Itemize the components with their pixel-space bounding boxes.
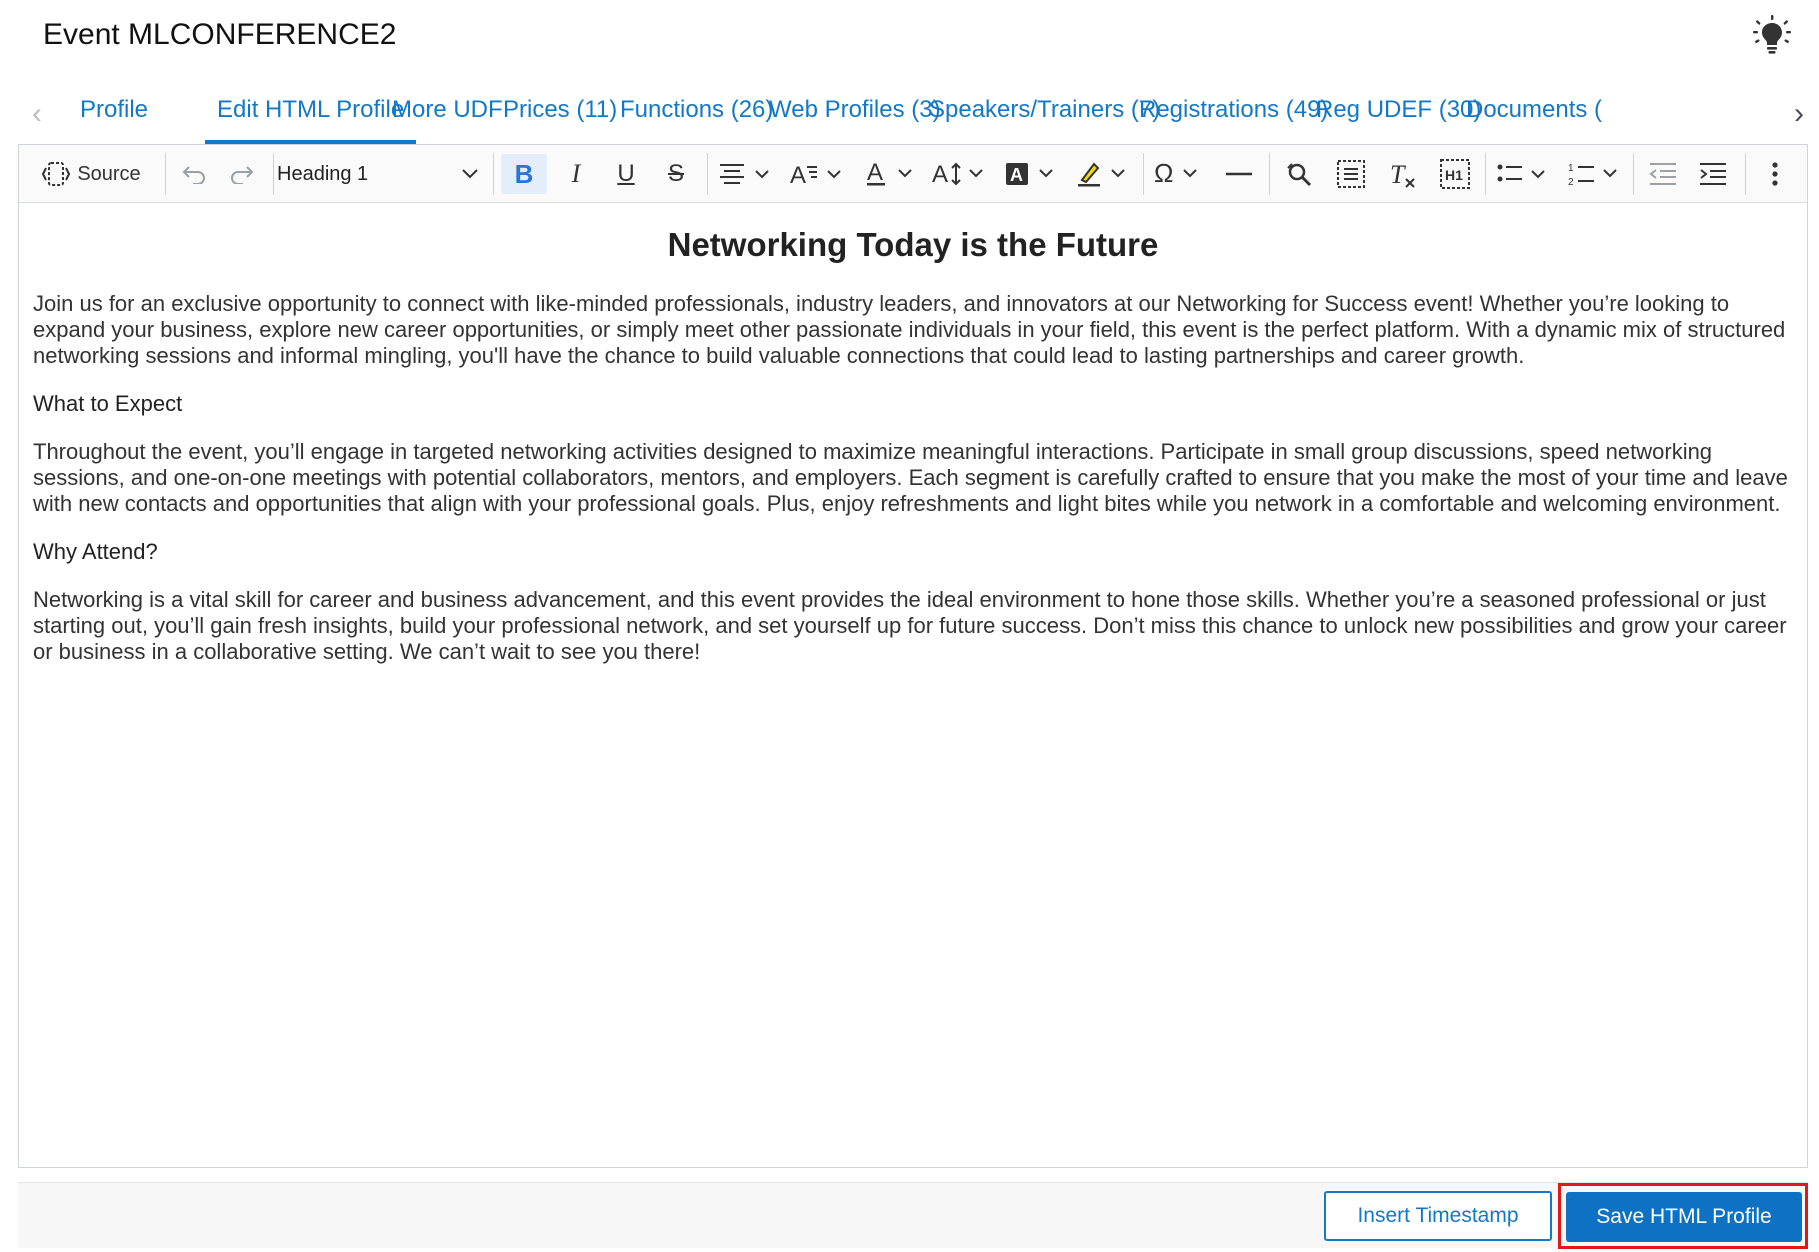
content-heading: Networking Today is the Future bbox=[667, 226, 1159, 263]
more-options-icon[interactable] bbox=[1755, 154, 1795, 194]
save-html-profile-button[interactable]: Save HTML Profile bbox=[1566, 1192, 1802, 1242]
source-icon bbox=[42, 162, 71, 186]
editor-toolbar: Source Heading 1 B I U S A A A A Ω T H1 … bbox=[19, 145, 1807, 203]
font-color-icon[interactable]: A bbox=[861, 154, 921, 194]
align-icon[interactable] bbox=[713, 154, 777, 194]
svg-text:A: A bbox=[867, 160, 883, 186]
section-body-what-to-expect: Throughout the event, you’ll engage in t… bbox=[33, 439, 1788, 516]
tab-scroll-right-icon[interactable]: › bbox=[1788, 99, 1810, 129]
font-size-icon[interactable]: A bbox=[929, 154, 991, 194]
tabs-container: Profile Edit HTML Profile More UDF Price… bbox=[58, 82, 1778, 144]
section-body-why-attend: Networking is a vital skill for career a… bbox=[33, 587, 1787, 664]
horizontal-line-icon[interactable] bbox=[1217, 154, 1261, 194]
content-intro: Join us for an exclusive opportunity to … bbox=[33, 291, 1786, 368]
heading-select-value: Heading 1 bbox=[277, 162, 369, 185]
source-label: Source bbox=[77, 162, 141, 185]
bulleted-list-icon[interactable] bbox=[1493, 154, 1555, 194]
section-title-why-attend: Why Attend? bbox=[33, 539, 158, 564]
svg-text:A: A bbox=[790, 162, 806, 187]
lightbulb-icon[interactable] bbox=[1750, 14, 1794, 58]
strikethrough-icon[interactable]: S bbox=[653, 154, 699, 194]
undo-icon[interactable] bbox=[174, 154, 214, 194]
svg-text:H1: H1 bbox=[1445, 167, 1463, 183]
save-button-highlight: Save HTML Profile bbox=[1558, 1183, 1808, 1249]
section-title-what-to-expect: What to Expect bbox=[33, 391, 183, 416]
underline-icon[interactable]: U bbox=[603, 154, 649, 194]
insert-timestamp-button[interactable]: Insert Timestamp bbox=[1324, 1191, 1552, 1241]
remove-format-icon[interactable]: T bbox=[1381, 154, 1425, 194]
special-characters-icon[interactable]: Ω bbox=[1151, 154, 1213, 194]
chevron-down-icon bbox=[462, 169, 478, 179]
tab-documents[interactable]: Documents ( bbox=[1454, 92, 1614, 144]
source-button[interactable]: Source bbox=[29, 154, 153, 194]
page-header: Event MLCONFERENCE2 bbox=[0, 0, 1819, 70]
svg-text:1: 1 bbox=[1568, 163, 1574, 174]
tab-profile[interactable]: Profile bbox=[68, 92, 160, 144]
select-all-icon[interactable] bbox=[1329, 154, 1373, 194]
editor-content[interactable]: Networking Today is the Future Join us f… bbox=[19, 203, 1807, 1167]
svg-text:Ω: Ω bbox=[1154, 160, 1173, 188]
page-title: Event MLCONFERENCE2 bbox=[43, 18, 397, 51]
outdent-icon[interactable] bbox=[1641, 154, 1685, 194]
bold-icon[interactable]: B bbox=[501, 154, 547, 194]
html-editor: Source Heading 1 B I U S A A A A Ω T H1 … bbox=[18, 144, 1808, 1168]
svg-text:T: T bbox=[1390, 160, 1406, 189]
indent-icon[interactable] bbox=[1691, 154, 1735, 194]
tab-bar: ‹ Profile Edit HTML Profile More UDF Pri… bbox=[18, 82, 1818, 144]
svg-text:A: A bbox=[1010, 165, 1023, 185]
find-replace-icon[interactable] bbox=[1277, 154, 1321, 194]
heading-select[interactable]: Heading 1 bbox=[259, 154, 479, 194]
background-color-icon[interactable]: A bbox=[1001, 154, 1063, 194]
show-blocks-icon[interactable]: H1 bbox=[1433, 154, 1477, 194]
redo-icon[interactable] bbox=[222, 154, 262, 194]
numbered-list-icon[interactable]: 12 bbox=[1565, 154, 1627, 194]
highlight-icon[interactable] bbox=[1073, 154, 1135, 194]
svg-text:2: 2 bbox=[1568, 177, 1574, 188]
editor-footer: Insert Timestamp Save HTML Profile bbox=[18, 1182, 1808, 1249]
tab-scroll-left-icon[interactable]: ‹ bbox=[26, 99, 48, 129]
svg-text:A: A bbox=[932, 161, 948, 188]
italic-icon[interactable]: I bbox=[553, 154, 599, 194]
text-style-icon[interactable]: A bbox=[785, 154, 849, 194]
